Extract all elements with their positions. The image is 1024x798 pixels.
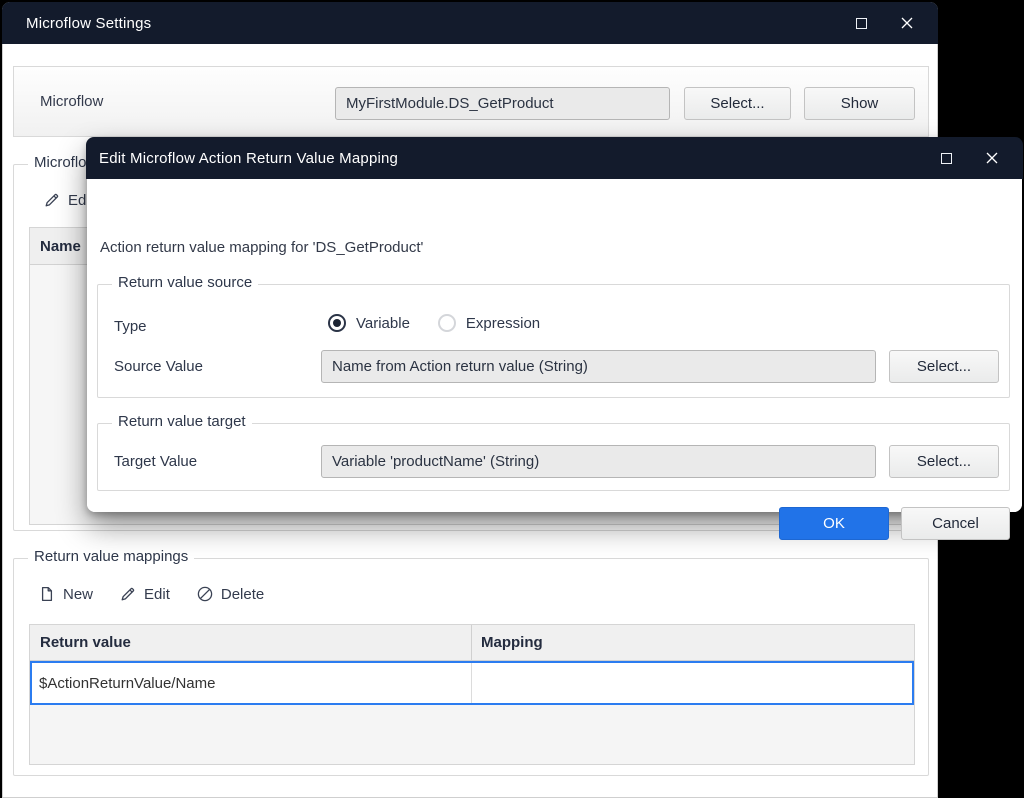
mapping-description: Action return value mapping for 'DS_GetP… bbox=[100, 239, 423, 256]
target-value-label: Target Value bbox=[114, 453, 197, 470]
mappings-table: Return value Mapping $ActionReturnValue/… bbox=[29, 624, 915, 765]
mapping-column-header: Mapping bbox=[472, 625, 914, 660]
screen: Microflow Settings Microflow MyFirstModu… bbox=[0, 0, 1024, 798]
modal-window-controls bbox=[923, 137, 1023, 179]
new-button[interactable]: New bbox=[38, 585, 93, 603]
return-value-mappings-group: Return value mappings New bbox=[13, 558, 929, 776]
expression-radio-label[interactable]: Expression bbox=[466, 315, 540, 332]
expression-radio[interactable] bbox=[438, 314, 456, 332]
close-icon bbox=[985, 151, 999, 165]
maximize-button[interactable] bbox=[838, 2, 884, 44]
modal-body: Action return value mapping for 'DS_GetP… bbox=[87, 179, 1022, 512]
return-value-column-header: Return value bbox=[30, 625, 472, 660]
variable-radio-label[interactable]: Variable bbox=[356, 315, 410, 332]
pencil-icon bbox=[119, 585, 137, 603]
ok-button[interactable]: OK bbox=[779, 507, 889, 540]
modal-footer: OK Cancel bbox=[87, 507, 1022, 540]
name-column-header: Name bbox=[40, 238, 81, 255]
type-label: Type bbox=[114, 318, 147, 335]
close-button[interactable] bbox=[884, 2, 930, 44]
return-value-source-group: Return value source Type Variable Expres… bbox=[97, 284, 1010, 398]
edit-mapping-dialog: Edit Microflow Action Return Value Mappi… bbox=[87, 138, 1022, 512]
delete-button[interactable]: Delete bbox=[196, 585, 264, 603]
new-button-label: New bbox=[63, 586, 93, 603]
microflow-label: Microflow bbox=[40, 67, 103, 136]
circle-slash-icon bbox=[196, 585, 214, 603]
mapping-table-row[interactable]: $ActionReturnValue/Name bbox=[30, 661, 914, 705]
modal-titlebar[interactable]: Edit Microflow Action Return Value Mappi… bbox=[86, 137, 1023, 179]
variable-radio[interactable] bbox=[328, 314, 346, 332]
microflow-value-field[interactable]: MyFirstModule.DS_GetProduct bbox=[335, 87, 670, 120]
microflow-panel: Microflow MyFirstModule.DS_GetProduct Se… bbox=[13, 66, 929, 137]
arguments-group-label: Microflo bbox=[28, 154, 93, 171]
type-radio-group: Variable Expression bbox=[328, 314, 558, 332]
delete-button-label: Delete bbox=[221, 586, 264, 603]
target-select-button[interactable]: Select... bbox=[889, 445, 999, 478]
window-controls bbox=[838, 2, 938, 44]
pencil-icon bbox=[43, 191, 61, 209]
source-group-label: Return value source bbox=[112, 274, 258, 291]
page-icon bbox=[38, 585, 56, 603]
source-select-button[interactable]: Select... bbox=[889, 350, 999, 383]
maximize-icon bbox=[941, 153, 952, 164]
microflow-show-button[interactable]: Show bbox=[804, 87, 915, 120]
edit-button-label: Edit bbox=[144, 586, 170, 603]
return-value-target-group: Return value target Target Value Variabl… bbox=[97, 423, 1010, 491]
cancel-button[interactable]: Cancel bbox=[901, 507, 1010, 540]
return-value-cell: $ActionReturnValue/Name bbox=[30, 661, 472, 705]
edit-button[interactable]: Edit bbox=[119, 585, 170, 603]
maximize-icon bbox=[856, 18, 867, 29]
mapping-cell bbox=[472, 661, 914, 705]
modal-title: Edit Microflow Action Return Value Mappi… bbox=[86, 150, 398, 167]
mappings-toolbar: New Edit bbox=[38, 585, 264, 603]
close-button[interactable] bbox=[969, 137, 1015, 179]
microflow-select-button[interactable]: Select... bbox=[684, 87, 791, 120]
window-title: Microflow Settings bbox=[2, 15, 151, 32]
maximize-button[interactable] bbox=[923, 137, 969, 179]
source-value-label: Source Value bbox=[114, 358, 203, 375]
mappings-group-label: Return value mappings bbox=[28, 548, 194, 565]
close-icon bbox=[900, 16, 914, 30]
target-group-label: Return value target bbox=[112, 413, 252, 430]
target-value-field[interactable]: Variable 'productName' (String) bbox=[321, 445, 876, 478]
mappings-table-header: Return value Mapping bbox=[30, 625, 914, 661]
arguments-edit-button[interactable]: Edi bbox=[43, 191, 90, 209]
source-value-field[interactable]: Name from Action return value (String) bbox=[321, 350, 876, 383]
main-titlebar[interactable]: Microflow Settings bbox=[2, 2, 938, 44]
